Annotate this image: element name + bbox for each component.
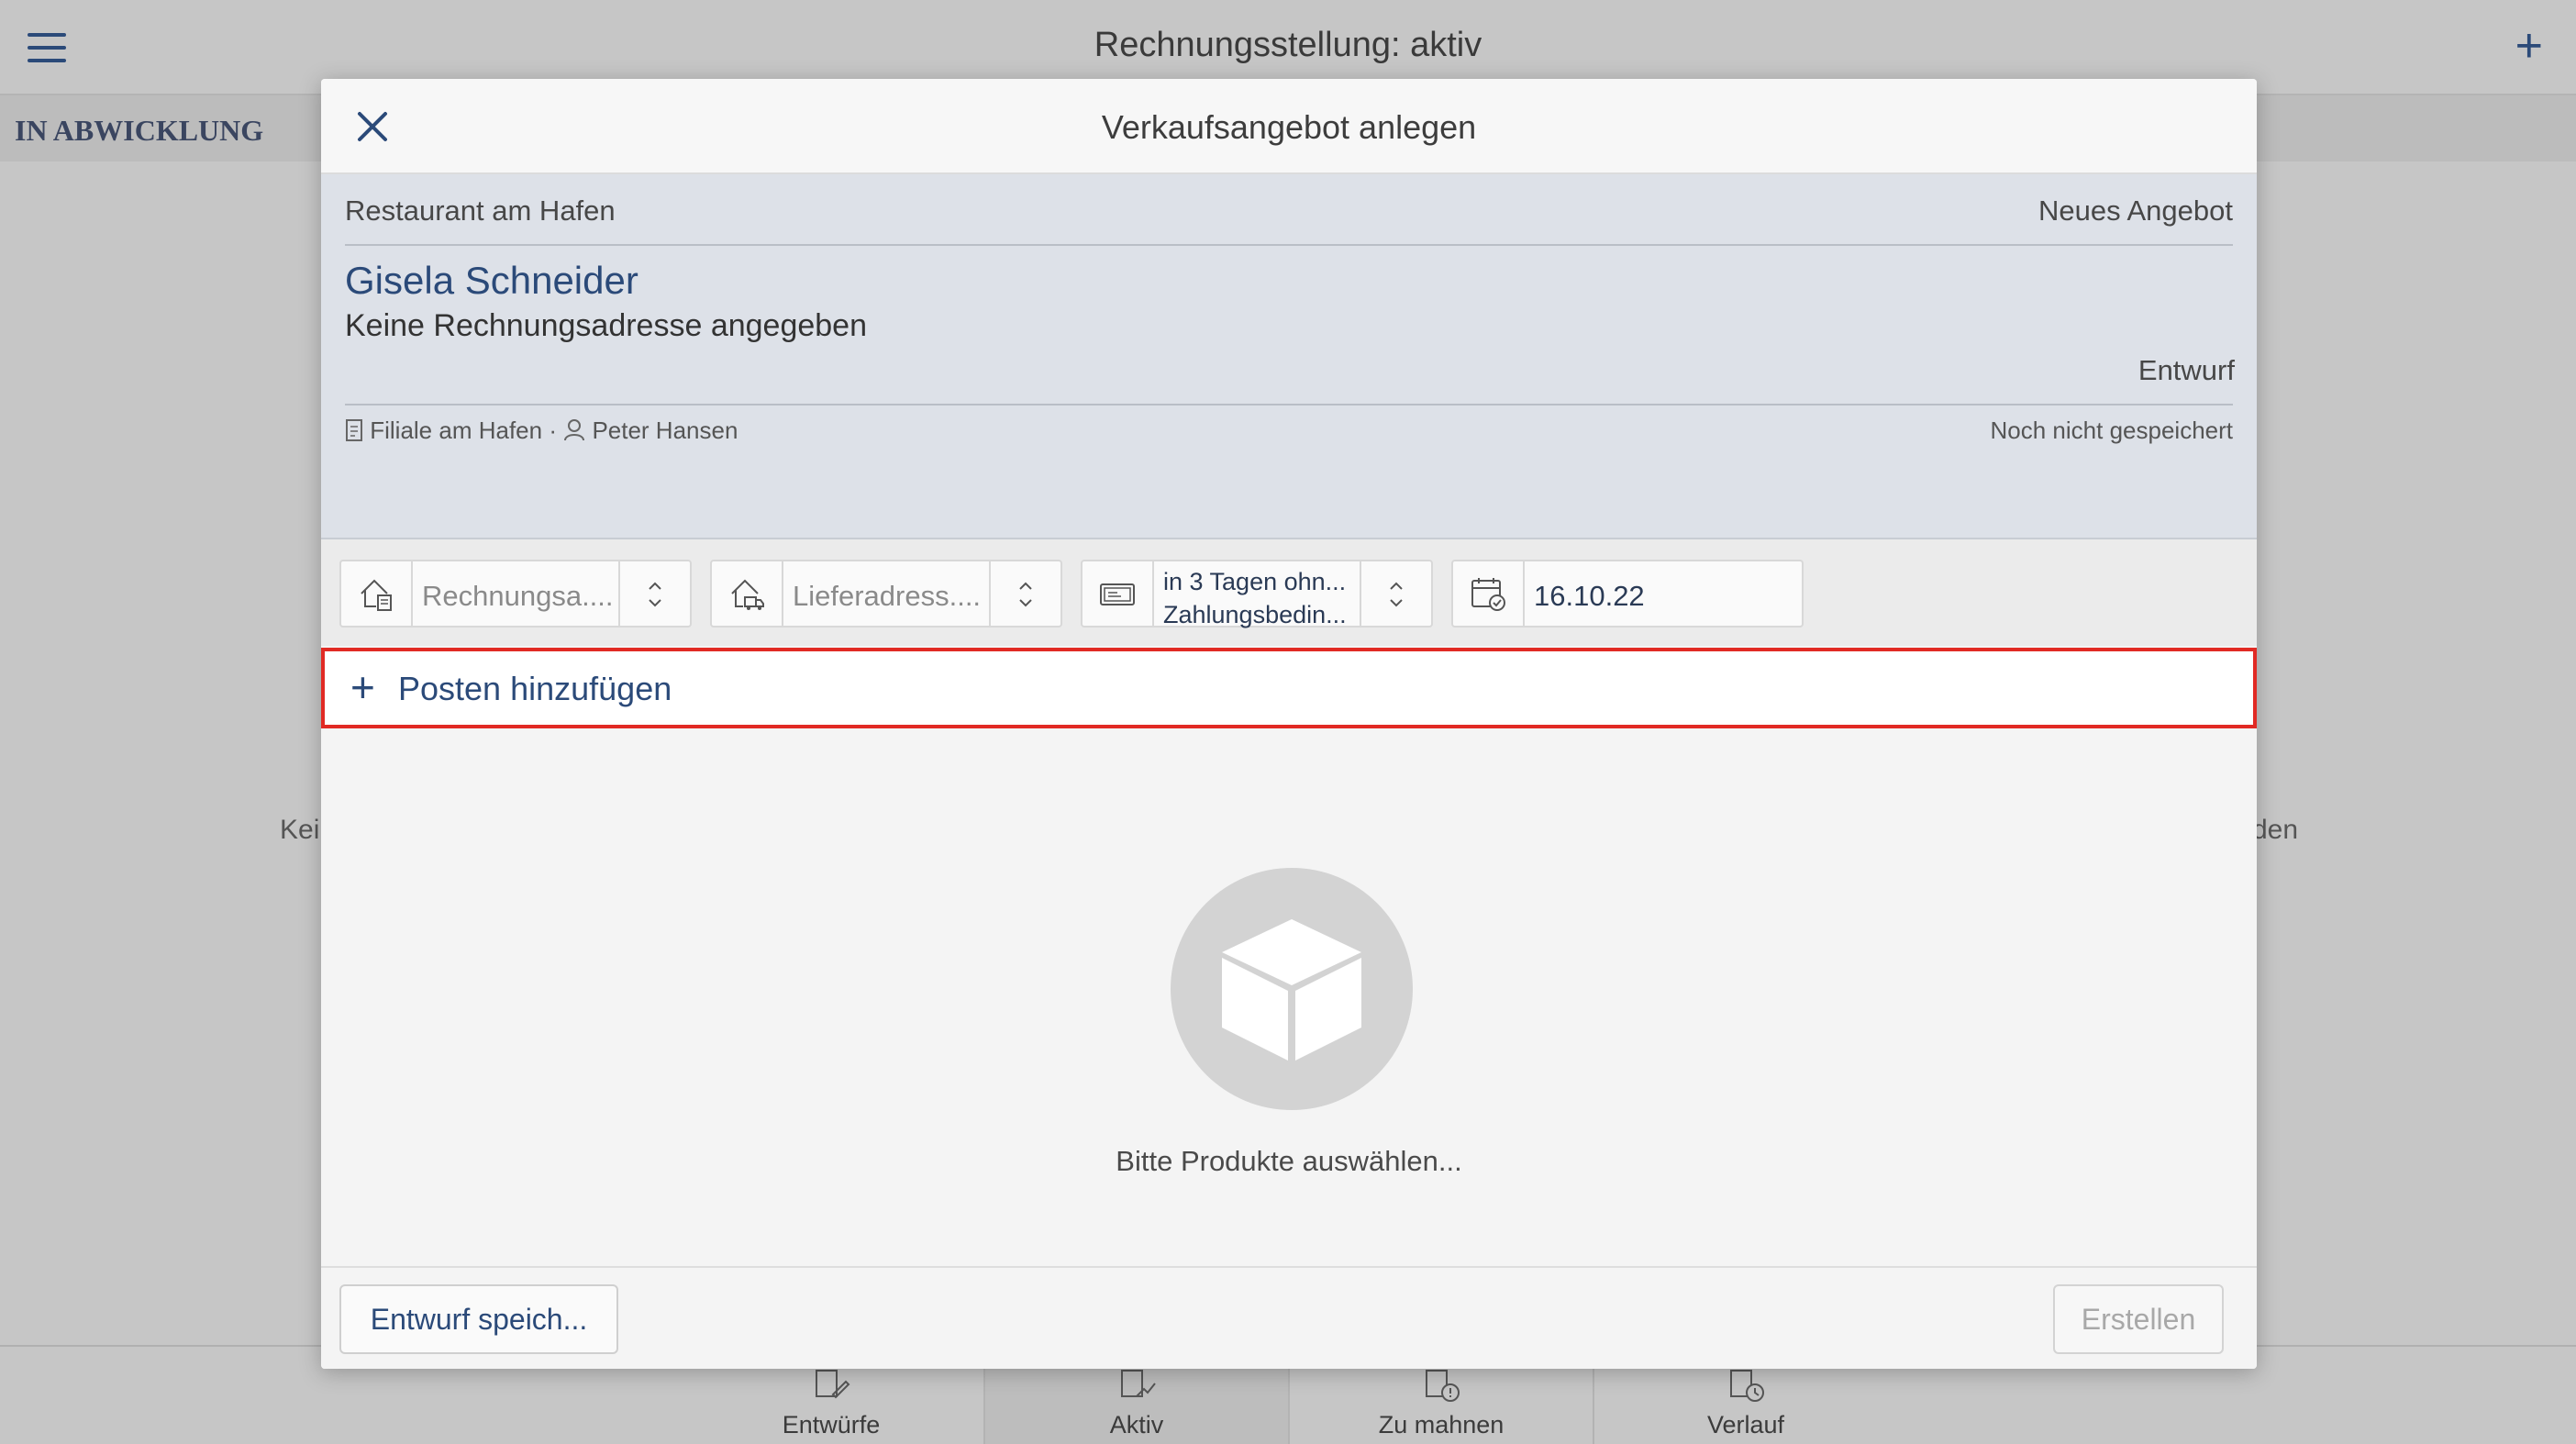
billing-address-value: Rechnungsa.... (422, 580, 614, 612)
banknote-icon (1100, 583, 1135, 605)
status-label: Entwurf (2137, 354, 2235, 386)
billing-address-field[interactable]: Rechnungsa.... (339, 560, 692, 628)
person-icon (564, 419, 585, 441)
dialog-footer: Entwurf speich... Erstellen (321, 1266, 2257, 1369)
save-state: Noch nicht gespeichert (1990, 417, 2233, 444)
branch-name: Filiale am Hafen (370, 417, 543, 444)
payment-terms-field[interactable]: in 3 Tagen ohn... Zahlungsbedin... (1081, 560, 1433, 628)
address-note: Keine Rechnungsadresse angegeben (345, 308, 868, 343)
tab-label: Aktiv (1109, 1411, 1164, 1438)
delivery-address-value: Lieferadress.... (793, 580, 982, 612)
empty-state-circle (1171, 868, 1413, 1110)
add-icon[interactable]: + (2515, 22, 2543, 70)
offer-fields-row: Rechnungsa.... Lieferadress.... in 3 Tag… (321, 539, 2257, 646)
create-offer-dialog: Verkaufsangebot anlegen Restaurant am Ha… (321, 79, 2257, 1369)
items-empty-state: Bitte Produkte auswählen... (321, 730, 2257, 1268)
chevron-up-down-icon (1019, 582, 1032, 607)
tab-label: Zu mahnen (1378, 1411, 1505, 1438)
dialog-header: Verkaufsangebot anlegen (321, 79, 2257, 174)
empty-state-text: Bitte Produkte auswählen... (1116, 1145, 1462, 1177)
tab-label: Entwürfe (782, 1411, 881, 1438)
app-title: Rechnungsstellung: aktiv (1094, 26, 1482, 64)
divider (345, 244, 2233, 246)
meta-separator: · (542, 417, 564, 444)
date-icon-box (1453, 561, 1525, 626)
delivery-address-icon-box (712, 561, 783, 626)
payment-terms-line2: Zahlungsbedin... (1163, 601, 1347, 628)
plus-icon: + (350, 663, 375, 711)
billing-address-icon-box (341, 561, 413, 626)
reminder-invoice-icon (1426, 1370, 1460, 1402)
chevron-up-down-icon (1390, 582, 1403, 607)
date-field[interactable]: 16.10.22 (1451, 560, 1804, 628)
tab-label: Verlauf (1706, 1411, 1785, 1438)
calendar-check-icon (1471, 578, 1505, 611)
customer-info-panel: Restaurant am Hafen Neues Angebot Gisela… (321, 174, 2257, 539)
shop-name: Restaurant am Hafen (345, 194, 616, 227)
date-value: 16.10.22 (1534, 580, 1645, 612)
branch-employee-line: Filiale am Hafen · Peter Hansen (345, 417, 738, 445)
house-document-icon (361, 579, 392, 611)
active-invoice-icon (1121, 1370, 1156, 1397)
save-draft-button[interactable]: Entwurf speich... (339, 1284, 618, 1354)
payment-terms-value: in 3 Tagen ohn... Zahlungsbedin... (1163, 565, 1347, 631)
employee-name: Peter Hansen (592, 417, 738, 444)
add-item-button[interactable]: + Posten hinzufügen (321, 648, 2257, 728)
background-empty-text-left: Kei (280, 815, 320, 845)
dialog-title: Verkaufsangebot anlegen (1101, 108, 1477, 146)
document-icon (346, 419, 362, 441)
add-item-label: Posten hinzufügen (398, 670, 672, 707)
background-empty-text-right: den (2252, 815, 2299, 845)
divider (345, 404, 2233, 405)
draft-invoice-icon (816, 1370, 850, 1399)
chevron-up-down-icon (649, 582, 661, 607)
delivery-address-stepper[interactable] (989, 561, 1060, 626)
payment-terms-line1: in 3 Tagen ohn... (1163, 568, 1347, 595)
create-button[interactable]: Erstellen (2053, 1284, 2224, 1354)
section-label: IN ABWICKLUNG (15, 114, 264, 147)
payment-terms-icon-box (1083, 561, 1154, 626)
billing-address-stepper[interactable] (618, 561, 690, 626)
offer-type: Neues Angebot (2037, 194, 2233, 227)
box-icon (1222, 919, 1361, 1061)
delivery-address-field[interactable]: Lieferadress.... (710, 560, 1062, 628)
payment-terms-stepper[interactable] (1360, 561, 1431, 626)
history-invoice-icon (1730, 1370, 1764, 1402)
customer-name[interactable]: Gisela Schneider (345, 259, 638, 303)
house-truck-icon (731, 579, 764, 610)
